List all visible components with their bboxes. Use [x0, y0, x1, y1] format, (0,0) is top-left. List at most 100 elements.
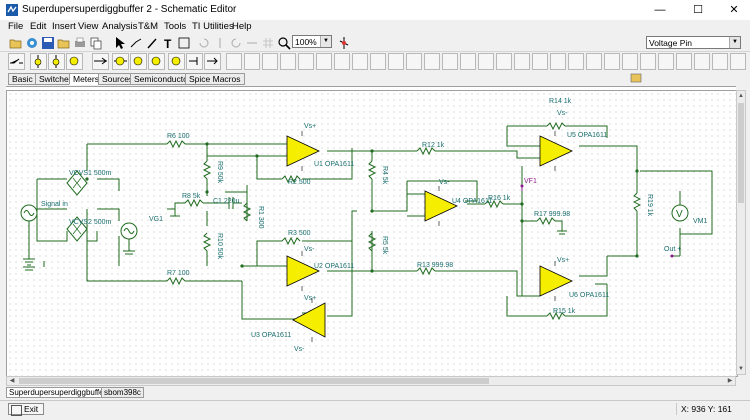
mirror-icon[interactable] [212, 35, 228, 51]
print-icon[interactable] [72, 35, 88, 51]
r8-resistor[interactable] [184, 199, 204, 207]
menu-tools[interactable]: Tools [164, 21, 186, 32]
empty-slot[interactable] [640, 53, 656, 70]
probe-icon[interactable] [336, 35, 352, 51]
rotate-left-icon[interactable] [196, 35, 212, 51]
menu-help[interactable]: Help [232, 21, 252, 32]
wire-icon[interactable] [128, 35, 144, 51]
menu-view[interactable]: View [78, 21, 98, 32]
menu-ti-utilities[interactable]: TI Utilities [192, 21, 234, 32]
empty-slot[interactable] [514, 53, 530, 70]
r14-resistor[interactable] [546, 122, 566, 130]
empty-slot[interactable] [424, 53, 440, 70]
save-all-icon[interactable] [56, 35, 72, 51]
u6-opamp[interactable] [539, 261, 573, 301]
empty-slot[interactable] [388, 53, 404, 70]
u3-opamp[interactable] [292, 298, 326, 342]
ammeter-component-icon[interactable] [30, 53, 47, 70]
r10-resistor[interactable] [203, 232, 211, 252]
empty-slot[interactable] [280, 53, 296, 70]
empty-slot[interactable] [226, 53, 242, 70]
scroll-down-icon[interactable]: ▼ [737, 364, 745, 374]
empty-slot[interactable] [298, 53, 314, 70]
r17-resistor[interactable] [536, 217, 556, 225]
r9-resistor[interactable] [203, 160, 211, 180]
u4-opamp[interactable] [424, 186, 458, 226]
empty-slot[interactable] [604, 53, 620, 70]
zoom-select[interactable]: 100% ▼ [292, 35, 332, 48]
empty-slot[interactable] [622, 53, 638, 70]
grid-icon[interactable] [260, 35, 276, 51]
r4-resistor[interactable] [368, 160, 376, 180]
empty-slot[interactable] [568, 53, 584, 70]
empty-slot[interactable] [352, 53, 368, 70]
tab-basic[interactable]: Basic [8, 73, 37, 85]
doc-tab-sbom398c[interactable]: sbom398c [101, 387, 144, 398]
r19-resistor[interactable] [633, 192, 641, 212]
r6-resistor[interactable] [166, 140, 186, 148]
scroll-right-icon[interactable]: ▶ [725, 377, 735, 385]
minimize-button[interactable]: — [642, 0, 678, 20]
open-icon[interactable] [8, 35, 24, 51]
pen-icon[interactable] [144, 35, 160, 51]
u2-opamp[interactable] [286, 251, 320, 291]
rotate-right-icon[interactable] [228, 35, 244, 51]
switch-component-icon[interactable] [8, 53, 25, 70]
copy-icon[interactable] [88, 35, 104, 51]
menu-tm[interactable]: T&M [138, 21, 158, 32]
meter-component-icon[interactable] [66, 53, 83, 70]
text-icon[interactable]: T [160, 35, 176, 51]
empty-slot[interactable] [496, 53, 512, 70]
empty-slot[interactable] [442, 53, 458, 70]
probe-component-icon[interactable] [112, 53, 129, 70]
exit-button[interactable]: Exit [8, 403, 44, 416]
empty-slot[interactable] [532, 53, 548, 70]
voltmeter-component-icon[interactable] [48, 53, 65, 70]
vg1-source[interactable] [120, 222, 138, 255]
horizontal-scroll-thumb[interactable] [19, 378, 489, 384]
empty-slot[interactable] [370, 53, 386, 70]
doc-tab-superduper[interactable]: Superdupersuperdiggbuffer 2 [6, 387, 116, 398]
empty-slot[interactable] [658, 53, 674, 70]
graphics-icon[interactable] [176, 35, 192, 51]
scroll-up-icon[interactable]: ▲ [737, 91, 745, 101]
maximize-button[interactable]: ☐ [680, 0, 716, 20]
empty-slot[interactable] [406, 53, 422, 70]
schematic-canvas[interactable]: V R6 100 R8 5k R7 100 C1 220u VCVS1 500m… [6, 90, 738, 377]
lamp-component-icon[interactable] [168, 53, 185, 70]
menu-insert[interactable]: Insert [52, 21, 76, 32]
menu-file[interactable]: File [8, 21, 23, 32]
zoom-icon[interactable] [276, 35, 292, 51]
select-arrow-icon[interactable] [112, 35, 128, 51]
signal-component-icon[interactable] [148, 53, 165, 70]
close-button[interactable]: ✕ [716, 0, 750, 20]
empty-slot[interactable] [712, 53, 728, 70]
vf1-pin[interactable] [520, 184, 524, 192]
empty-slot[interactable] [694, 53, 710, 70]
empty-slot[interactable] [478, 53, 494, 70]
empty-slot[interactable] [334, 53, 350, 70]
tab-spice-macros[interactable]: Spice Macros [185, 73, 245, 85]
empty-slot[interactable] [244, 53, 260, 70]
flip-icon[interactable] [244, 35, 260, 51]
empty-slot[interactable] [316, 53, 332, 70]
horizontal-scrollbar[interactable]: ◀ ▶ [6, 376, 736, 386]
scroll-left-icon[interactable]: ◀ [7, 377, 17, 385]
r3-resistor[interactable] [281, 237, 301, 245]
vertical-scrollbar[interactable]: ▲ ▼ [736, 90, 746, 375]
empty-slot[interactable] [730, 53, 746, 70]
empty-slot[interactable] [550, 53, 566, 70]
open-lib-icon[interactable] [24, 35, 40, 51]
arrow-component-icon[interactable] [92, 53, 109, 70]
vm1-voltmeter[interactable]: V [671, 204, 689, 222]
wattmeter-component-icon[interactable] [130, 53, 147, 70]
empty-slot[interactable] [676, 53, 692, 70]
save-icon[interactable] [40, 35, 56, 51]
empty-slot[interactable] [460, 53, 476, 70]
voltage-pin-icon[interactable] [186, 53, 203, 70]
menu-analysis[interactable]: Analysis [102, 21, 137, 32]
out-pin[interactable] [670, 254, 674, 258]
vertical-scroll-thumb[interactable] [738, 103, 744, 203]
component-select[interactable]: Voltage Pin ▼ [646, 36, 741, 49]
empty-slot[interactable] [586, 53, 602, 70]
